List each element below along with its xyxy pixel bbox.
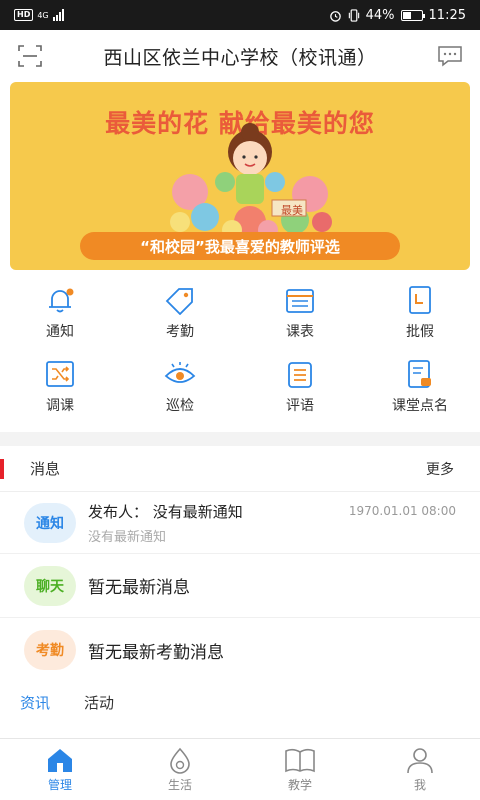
bell-icon (49, 288, 74, 313)
function-label: 通知 (46, 324, 74, 340)
function-inspection[interactable]: 巡检 (120, 350, 240, 424)
function-label: 巡检 (166, 398, 194, 414)
function-label: 考勤 (166, 324, 194, 340)
book-icon (285, 748, 315, 773)
function-label: 调课 (46, 398, 74, 414)
vibrate-icon (348, 8, 359, 22)
notice-badge: 通知 (24, 502, 76, 543)
tag-icon (165, 288, 193, 315)
status-bar: HD 4G 44% 11:25 (0, 0, 480, 30)
function-comment[interactable]: 评语 (240, 350, 360, 424)
status-left: HD 4G (14, 9, 64, 21)
notice-preview: 没有最新通知 (88, 529, 167, 545)
clock: 11:25 (428, 7, 466, 23)
battery-fill (402, 11, 411, 19)
function-label: 课堂点名 (392, 398, 448, 414)
function-leave[interactable]: 批假 (360, 276, 480, 350)
scan-button[interactable] (14, 40, 46, 72)
nav-label: 教学 (287, 778, 312, 792)
promo-banner[interactable]: 最美的花 献给最美的您 最美 “和校园”我最喜爱的教师评选 (10, 82, 470, 270)
rollcall-icon (408, 360, 431, 388)
section-marker (0, 458, 4, 479)
function-notice[interactable]: 通知 (0, 276, 120, 350)
hd-badge: HD (14, 9, 34, 21)
function-label: 评语 (286, 398, 314, 414)
page-title: 西山区依兰中心学校（校讯通） (103, 46, 377, 69)
message-button[interactable] (434, 40, 466, 72)
function-attendance[interactable]: 考勤 (120, 276, 240, 350)
notice-message-row[interactable]: 通知 发布人： 没有最新通知 1970.01.01 08:00 没有最新通知 (0, 492, 480, 554)
status-right: 44% 11:25 (329, 8, 466, 23)
tab-news[interactable]: 资讯 (20, 692, 50, 713)
comment-list-icon (288, 362, 312, 388)
notice-message-body: 发布人： 没有最新通知 1970.01.01 08:00 没有最新通知 (88, 501, 456, 545)
notice-time: 1970.01.01 08:00 (348, 504, 456, 518)
nav-label: 管理 (47, 778, 72, 792)
attendance-badge: 考勤 (24, 630, 76, 670)
teacher-flowers-illustration (170, 123, 332, 240)
function-label: 批假 (406, 324, 434, 340)
tab-activity[interactable]: 活动 (84, 692, 114, 713)
bottom-nav: 管理 生活 教学 我 (0, 738, 480, 800)
nav-label: 生活 (167, 778, 192, 792)
nav-label: 我 (413, 778, 426, 792)
nav-me[interactable]: 我 (360, 739, 480, 800)
messages-title-group: 消息 (0, 446, 60, 491)
chat-badge: 聊天 (24, 565, 76, 606)
title-bar: 西山区依兰中心学校（校讯通） (0, 30, 480, 82)
chat-bubble-icon (438, 46, 462, 67)
battery-percent: 44% (365, 7, 395, 23)
info-tabs: 资讯 活动 (0, 682, 480, 722)
chat-message-row[interactable]: 聊天 暂无最新消息 (0, 554, 480, 618)
chat-message-body: 暂无最新消息 (88, 573, 456, 598)
function-rollcall[interactable]: 课堂点名 (360, 350, 480, 424)
notice-sender: 发布人： 没有最新通知 (88, 502, 243, 521)
nav-life[interactable]: 生活 (120, 739, 240, 800)
person-icon (407, 748, 433, 774)
home-icon (48, 749, 72, 772)
attendance-message-row[interactable]: 考勤 暂无最新考勤消息 (0, 618, 480, 682)
messages-title: 消息 (30, 460, 61, 478)
scan-icon (18, 45, 42, 67)
function-grid: 通知 考勤 课表 批假 调课 巡检 评语 课堂点名 (0, 270, 480, 424)
eye-icon (164, 362, 196, 383)
more-link[interactable]: 更多 (426, 459, 454, 479)
section-divider (0, 432, 480, 446)
chat-text: 暂无最新消息 (88, 578, 190, 598)
function-reschedule[interactable]: 调课 (0, 350, 120, 424)
calendar-icon (286, 289, 314, 313)
attendance-text: 暂无最新考勤消息 (88, 642, 224, 663)
signal-icon (52, 9, 64, 21)
function-label: 课表 (286, 324, 314, 340)
notice-line: 发布人： 没有最新通知 1970.01.01 08:00 (88, 501, 456, 522)
banner-badge: 最美 (281, 204, 303, 217)
network-label: 4G (37, 10, 49, 20)
shuffle-icon (46, 361, 74, 387)
drop-icon (170, 747, 190, 774)
function-timetable[interactable]: 课表 (240, 276, 360, 350)
alarm-icon (329, 10, 341, 22)
banner-footer: “和校园”我最喜爱的教师评选 (80, 232, 400, 260)
leave-icon (409, 286, 431, 314)
nav-manage[interactable]: 管理 (0, 739, 120, 800)
battery-icon (400, 9, 425, 21)
attendance-message-body: 暂无最新考勤消息 (88, 638, 456, 663)
nav-teaching[interactable]: 教学 (240, 739, 360, 800)
messages-header: 消息 更多 (0, 446, 480, 492)
